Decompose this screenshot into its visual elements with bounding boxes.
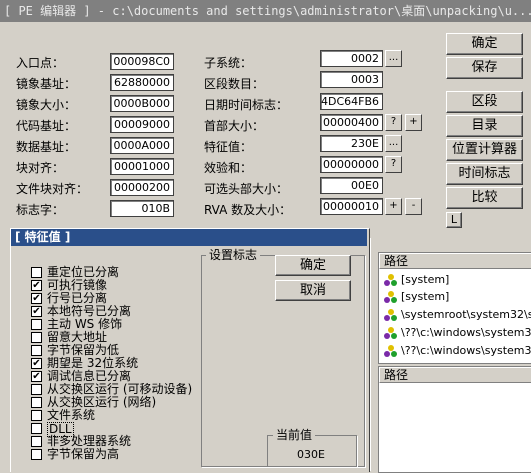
timestamp-field[interactable]: 4DC64FB6 (320, 93, 383, 110)
characteristics-label: 特征值： (204, 140, 253, 154)
l-button[interactable]: L (446, 212, 462, 228)
path-item[interactable]: \??\c:\windows\system32 (401, 344, 531, 358)
entry-point-field[interactable]: 000098C0 (110, 53, 174, 70)
path-item[interactable]: [system] (401, 273, 531, 287)
flag-label: 文件系统 (47, 408, 96, 422)
flag-checkbox[interactable] (31, 345, 42, 356)
image-size-label: 镜象大小： (16, 98, 77, 112)
subsystem-more-button[interactable]: ... (385, 50, 402, 67)
flag-checkbox[interactable] (31, 449, 42, 460)
process-icon (383, 273, 397, 290)
current-value-label: 当前值 (273, 428, 316, 442)
process-icon (383, 344, 397, 361)
flag-checkbox[interactable]: ✔ (31, 358, 42, 369)
entry-point-label: 入口点： (16, 56, 65, 70)
optional-header-size-field[interactable]: 00E0 (320, 177, 383, 194)
flag-checkbox[interactable] (31, 423, 42, 434)
image-base-field[interactable]: 62880000 (110, 74, 174, 91)
image-base-label: 镜象基址： (16, 77, 77, 91)
rva-minus-button[interactable]: - (405, 198, 422, 215)
window-title: [ PE 编辑器 ] - c:\documents and settings\a… (0, 0, 531, 22)
characteristics-more-button[interactable]: ... (385, 135, 402, 152)
flag-checkbox[interactable] (31, 332, 42, 343)
save-button[interactable]: 保存 (446, 57, 523, 79)
rva-count-field[interactable]: 00000010 (320, 198, 383, 215)
checksum-help-button[interactable]: ? (385, 156, 402, 173)
directories-button[interactable]: 目录 (446, 115, 523, 137)
checksum-field[interactable]: 00000000 (320, 156, 383, 173)
dialog-ok-button[interactable]: 确定 (275, 255, 351, 276)
file-align-label: 文件块对齐： (16, 182, 89, 196)
timestamp-label: 日期时间标志： (204, 98, 289, 112)
flag-checkbox[interactable] (31, 410, 42, 421)
location-calculator-button[interactable]: 位置计算器 (446, 139, 523, 161)
timestamp-button[interactable]: 时间标志 (446, 163, 523, 185)
section-count-field[interactable]: 0003 (320, 71, 383, 88)
section-count-label: 区段数目： (204, 77, 265, 91)
module-path-list[interactable]: 路径 (378, 366, 531, 473)
section-align-field[interactable]: 00001000 (110, 158, 174, 175)
ok-button[interactable]: 确定 (446, 33, 523, 55)
flag-checkbox[interactable]: ✔ (31, 293, 42, 304)
characteristics-field[interactable]: 230E (320, 135, 383, 152)
sections-button[interactable]: 区段 (446, 91, 523, 113)
current-value: 030E (297, 448, 325, 461)
flag-checkbox[interactable]: ✔ (31, 280, 42, 291)
header-size-label: 首部大小： (204, 119, 265, 133)
magic-label: 标志字： (16, 203, 65, 217)
path-item[interactable]: [system] (401, 290, 531, 304)
code-base-label: 代码基址： (16, 119, 77, 133)
rva-count-label: RVA 数及大小： (204, 203, 292, 217)
dialog-title: [ 特征值 ] (11, 229, 367, 246)
characteristics-dialog: [ 特征值 ] 重定位已分离 ✔ 可执行镜像 ✔ 行号已分离 ✔ 本地符号已分离… (10, 228, 370, 472)
file-align-field[interactable]: 00000200 (110, 179, 174, 196)
subsystem-label: 子系统： (204, 56, 253, 70)
path-list[interactable]: 路径 [system] [system] \systemroot\system3… (378, 252, 531, 364)
subsystem-field[interactable]: 0002 (320, 50, 383, 67)
module-path-header[interactable]: 路径 (379, 367, 531, 383)
optional-header-size-label: 可选头部大小： (204, 182, 289, 196)
section-align-label: 块对齐： (16, 161, 65, 175)
flag-checkbox[interactable] (31, 319, 42, 330)
flag-checkbox[interactable] (31, 436, 42, 447)
flag-checkbox[interactable]: ✔ (31, 371, 42, 382)
path-item[interactable]: \??\c:\windows\system32 (401, 326, 531, 340)
data-base-label: 数据基址： (16, 140, 77, 154)
flag-checkbox[interactable] (31, 384, 42, 395)
flag-label: 字节保留为高 (47, 447, 120, 461)
flag-checkbox[interactable]: ✔ (31, 306, 42, 317)
magic-field[interactable]: 010B (110, 200, 174, 217)
checksum-label: 效验和： (204, 161, 253, 175)
path-header[interactable]: 路径 (379, 253, 531, 269)
dialog-cancel-button[interactable]: 取消 (275, 280, 351, 301)
compare-button[interactable]: 比较 (446, 187, 523, 209)
header-size-plus-button[interactable]: + (405, 114, 422, 131)
flag-label: 调试信息已分离 (47, 369, 132, 383)
flag-checkbox[interactable] (31, 267, 42, 278)
path-item[interactable]: \systemroot\system32\smss (401, 308, 531, 322)
process-icon (383, 326, 397, 343)
process-icon (383, 290, 397, 307)
header-size-field[interactable]: 00000400 (320, 114, 383, 131)
process-icon (383, 308, 397, 325)
path-items: [system] [system] \systemroot\system32\s… (383, 273, 531, 359)
code-base-field[interactable]: 00009000 (110, 116, 174, 133)
data-base-field[interactable]: 0000A000 (110, 137, 174, 154)
flag-checkbox[interactable] (31, 397, 42, 408)
rva-plus-button[interactable]: + (385, 198, 402, 215)
settings-group-label: 设置标志 (206, 248, 261, 262)
image-size-field[interactable]: 0000B000 (110, 95, 174, 112)
header-size-help-button[interactable]: ? (385, 114, 402, 131)
